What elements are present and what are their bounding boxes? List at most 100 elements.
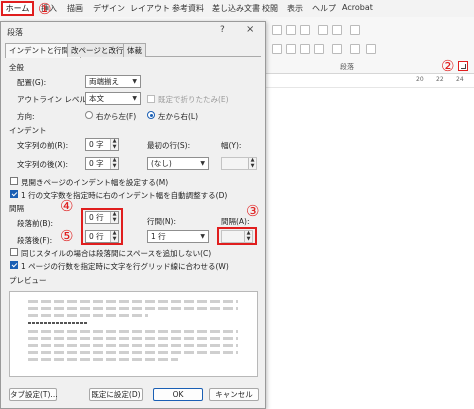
spacing-heading: 間隔 [9,204,24,213]
paragraph-dialog-launcher-icon[interactable] [458,61,468,71]
tab-asian-typography[interactable]: 体裁 [123,43,146,57]
tabs-button[interactable]: タブ設定(T)... [9,388,58,401]
ribbon-tab-layout[interactable]: レイアウト [130,3,170,14]
spin-arrows-icon[interactable]: ▲ ▼ [110,157,118,169]
chevron-down-icon: ▼ [200,233,205,240]
general-heading: 全般 [9,63,24,72]
cancel-button[interactable]: キャンセル [209,388,259,401]
rtl-radio[interactable] [85,111,93,119]
mirror-indents-checkbox[interactable] [10,177,18,185]
alignment-label: 配置(G): [17,78,47,87]
chevron-down-icon: ▼ [200,160,205,167]
increase-indent-icon[interactable] [332,25,342,35]
ltr-label: 左から右(L) [158,112,199,121]
close-icon[interactable]: × [246,24,254,35]
no-space-same-style-label: 同じスタイルの場合は段落間にスペースを追加しない(C) [21,249,212,258]
callout-3: ③ [246,202,260,220]
line-spacing-icon[interactable] [332,44,342,54]
ribbon-tab-help[interactable]: ヘルプ [312,3,336,14]
preview-pane [9,291,258,377]
preview-sample-text [28,322,88,324]
highlight-spacing-spinners [81,208,123,245]
spin-arrows-icon[interactable]: ▲ ▼ [248,157,256,169]
chevron-down-icon: ▼ [132,95,137,102]
chevron-down-icon: ▼ [132,78,137,85]
rtl-label: 右から左(F) [96,112,137,121]
indent-after-value: 0 字 [89,159,104,168]
shading-icon[interactable] [350,44,360,54]
bullets-icon[interactable] [272,25,282,35]
alignment-select[interactable]: 両端揃え ▼ [85,75,141,88]
space-before-label: 段落前(B): [17,219,54,228]
ruler-number: 20 [416,76,424,83]
ltr-radio[interactable] [147,111,155,119]
auto-adjust-indent-label: 1 行の文字数を指定時に右のインデント幅を自動調整する(D) [21,191,228,200]
callout-4: ④ [60,197,74,215]
ribbon-tab-view[interactable]: 表示 [287,3,303,14]
line-spacing-label: 行間(N): [147,217,176,226]
ribbon-tab-references[interactable]: 参考資料 [172,3,204,14]
outline-level-select[interactable]: 本文 ▼ [85,92,141,105]
ribbon-tab-review[interactable]: 校閲 [262,3,278,14]
collapsed-checkbox[interactable] [147,95,155,103]
align-left-icon[interactable] [272,44,282,54]
indent-before-label: 文字列の前(R): [17,141,69,150]
first-line-label: 最初の行(S): [147,141,191,150]
preview-line [28,330,238,333]
callout-1: ① [38,0,52,18]
indent-before-spinner[interactable]: 0 字 ▲ ▼ [85,138,119,151]
ribbon-tab-bar: ホーム 挿入 描画 デザイン レイアウト 参考資料 差し込み文書 校閲 表示 ヘ… [0,0,474,17]
tab-line-page-breaks[interactable]: 改ページと改行 [67,43,128,57]
direction-label: 方向: [17,112,35,121]
align-center-icon[interactable] [286,44,296,54]
indent-width-label: 幅(Y): [221,141,242,150]
mirror-indents-label: 見開きページのインデント幅を設定する(M) [21,178,169,187]
preview-line [28,351,238,354]
preview-label: プレビュー [9,276,47,285]
numbering-icon[interactable] [286,25,296,35]
ribbon-tab-mailings[interactable]: 差し込み文書 [212,3,260,14]
ribbon-tab-acrobat[interactable]: Acrobat [342,3,373,12]
help-icon[interactable]: ? [220,25,225,35]
align-right-icon[interactable] [300,44,310,54]
snap-to-grid-checkbox[interactable] [10,261,18,269]
alignment-value: 両端揃え [89,77,119,86]
ribbon-tab-home[interactable]: ホーム [1,1,34,16]
indent-heading: インデント [9,126,47,135]
paragraph-group-label: 段落 [340,63,354,71]
sort-icon[interactable] [350,25,360,35]
dialog-title: 段落 [7,28,23,37]
highlight-spacing-at [217,227,257,245]
indent-before-value: 0 字 [89,140,104,149]
line-spacing-value: 1 行 [151,232,166,241]
ruler-number: 24 [456,76,464,83]
line-spacing-select[interactable]: 1 行 ▼ [147,230,209,243]
set-default-button[interactable]: 既定に設定(D) [89,388,143,401]
borders-icon[interactable] [366,44,376,54]
space-after-label: 段落後(F): [17,236,53,245]
justify-icon[interactable] [314,44,324,54]
no-space-same-style-checkbox[interactable] [10,248,18,256]
multilevel-list-icon[interactable] [300,25,310,35]
ribbon-tab-design[interactable]: デザイン [93,3,125,14]
ribbon-tab-draw[interactable]: 描画 [67,3,83,14]
snap-to-grid-label: 1 ページの行数を指定時に文字を行グリッド線に合わせる(W) [21,262,229,271]
ok-button[interactable]: OK [153,388,203,401]
outline-level-value: 本文 [89,94,104,103]
preview-line [28,358,178,361]
preview-line [28,307,238,310]
preview-line [28,337,238,340]
callout-2: ② [441,57,455,75]
spin-arrows-icon[interactable]: ▲ ▼ [110,138,118,150]
first-line-select[interactable]: (なし) ▼ [147,157,209,170]
decrease-indent-icon[interactable] [318,25,328,35]
ruler: 20 22 24 [266,74,474,88]
preview-line [28,344,238,347]
indent-after-spinner[interactable]: 0 字 ▲ ▼ [85,157,119,170]
indent-after-label: 文字列の後(X): [17,160,69,169]
collapsed-label: 既定で折りたたみ(E) [158,95,229,104]
preview-line [28,314,148,317]
auto-adjust-indent-checkbox[interactable] [10,190,18,198]
ruler-number: 22 [436,76,444,83]
indent-width-spinner[interactable]: ▲ ▼ [221,157,257,170]
